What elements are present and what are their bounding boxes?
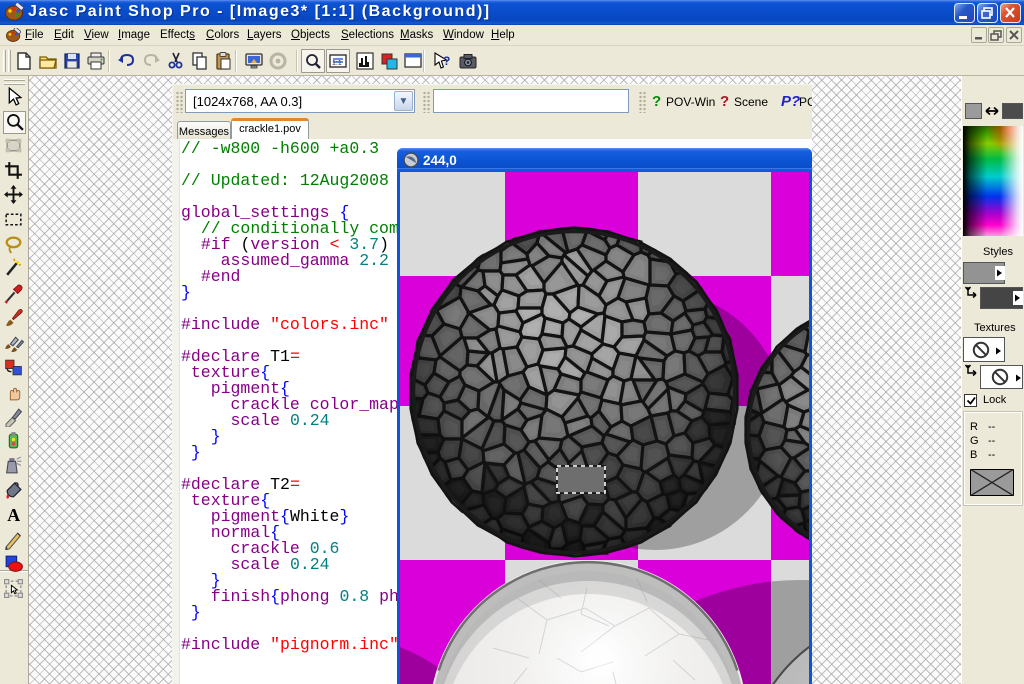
svg-text:?: ? (443, 54, 450, 68)
svg-text:A: A (7, 505, 20, 525)
svg-text:244,0: 244,0 (423, 153, 457, 168)
svg-text:1:1: 1:1 (332, 60, 342, 67)
